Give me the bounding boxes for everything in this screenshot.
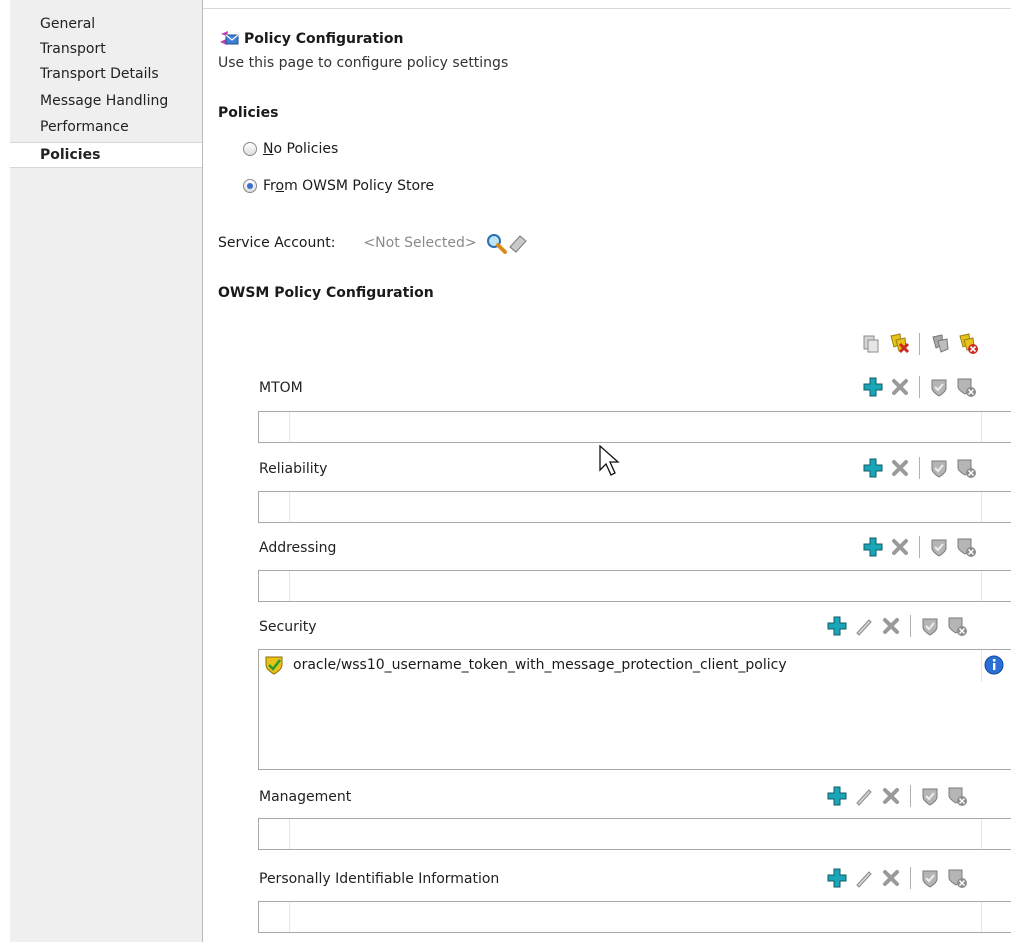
owsm-heading: OWSM Policy Configuration (218, 285, 434, 301)
policies-heading: Policies (218, 105, 279, 121)
sidebar-item-transport[interactable]: Transport (10, 36, 202, 62)
sidebar: General Transport Transport Details Mess… (10, 0, 203, 942)
copy-policies-icon[interactable] (860, 333, 882, 355)
delete-icon[interactable] (880, 867, 902, 889)
policy-list-security[interactable]: oracle/wss10_username_token_with_message… (258, 649, 1011, 770)
shield-check-icon[interactable] (928, 536, 950, 558)
list-divider (981, 492, 982, 522)
edit-icon[interactable] (853, 785, 875, 807)
toolbar-separator (919, 536, 920, 558)
sidebar-item-policies[interactable]: Policies (10, 142, 202, 168)
delete-icon[interactable] (889, 376, 911, 398)
sidebar-item-performance[interactable]: Performance (10, 116, 202, 142)
edit-icon[interactable] (853, 615, 875, 637)
shield-check-icon (263, 654, 285, 676)
shield-disable-icon[interactable] (946, 867, 968, 889)
service-account-row: Service Account: <Not Selected> (218, 232, 529, 254)
no-policies-radio[interactable] (243, 142, 257, 156)
section-label-reliability: Reliability (259, 461, 328, 477)
add-icon[interactable] (826, 867, 848, 889)
toolbar-separator (910, 615, 911, 637)
add-icon[interactable] (862, 376, 884, 398)
delete-icon[interactable] (889, 457, 911, 479)
add-icon[interactable] (862, 536, 884, 558)
remove-all-policies-icon[interactable] (888, 333, 910, 355)
shield-disable-icon[interactable] (946, 785, 968, 807)
search-icon[interactable] (485, 232, 507, 254)
delete-icon[interactable] (880, 615, 902, 637)
list-divider (981, 819, 982, 849)
shield-check-icon[interactable] (928, 457, 950, 479)
owsm-policy-store-radio[interactable] (243, 179, 257, 193)
page-title: Policy Configuration (218, 29, 403, 49)
shield-check-icon[interactable] (919, 615, 941, 637)
shield-disable-icon[interactable] (955, 457, 977, 479)
global-toolbar (860, 333, 979, 355)
enable-all-policies-icon[interactable] (929, 333, 951, 355)
list-divider (289, 571, 290, 601)
section-label-personally-identifiable-information: Personally Identifiable Information (259, 871, 500, 887)
page-title-text: Policy Configuration (244, 31, 404, 47)
owsm-policy-store-label[interactable]: From OWSM Policy Store (263, 178, 434, 194)
content-top-border (203, 8, 1011, 9)
no-policies-label[interactable]: No Policies (263, 141, 338, 157)
section-label-addressing: Addressing (259, 540, 337, 556)
policy-list-mtom[interactable] (258, 411, 1011, 443)
add-icon[interactable] (862, 457, 884, 479)
list-divider (981, 650, 982, 682)
shield-disable-icon[interactable] (955, 376, 977, 398)
list-divider (289, 902, 290, 932)
section-toolbar-personally-identifiable-information (826, 867, 968, 889)
policy-config-icon (218, 28, 240, 50)
toolbar-separator (919, 376, 920, 398)
toolbar-separator (910, 867, 911, 889)
policy-list-personally-identifiable-information[interactable] (258, 901, 1011, 933)
disable-all-policies-icon[interactable] (957, 333, 979, 355)
service-account-value: <Not Selected> (363, 235, 477, 251)
list-divider (981, 412, 982, 442)
sidebar-item-transport-details[interactable]: Transport Details (10, 62, 202, 86)
list-divider (289, 492, 290, 522)
policy-list-management[interactable] (258, 818, 1011, 850)
shield-disable-icon[interactable] (955, 536, 977, 558)
service-account-label: Service Account: (218, 235, 336, 251)
section-label-mtom: MTOM (259, 380, 303, 396)
edit-icon[interactable] (853, 867, 875, 889)
add-icon[interactable] (826, 785, 848, 807)
shield-check-icon[interactable] (919, 785, 941, 807)
list-divider (981, 902, 982, 932)
section-toolbar-mtom (862, 376, 977, 398)
policy-list-reliability[interactable] (258, 491, 1011, 523)
policy-list-addressing[interactable] (258, 570, 1011, 602)
no-policies-option[interactable]: No Policies (243, 141, 338, 157)
section-toolbar-addressing (862, 536, 977, 558)
shield-check-icon[interactable] (928, 376, 950, 398)
owsm-policy-store-option[interactable]: From OWSM Policy Store (243, 178, 434, 194)
section-toolbar-security (826, 615, 968, 637)
section-toolbar-management (826, 785, 968, 807)
add-icon[interactable] (826, 615, 848, 637)
list-divider (289, 819, 290, 849)
policy-name: oracle/wss10_username_token_with_message… (293, 657, 787, 673)
info-icon[interactable] (983, 654, 1005, 676)
eraser-icon[interactable] (507, 232, 529, 254)
sidebar-item-message-handling[interactable]: Message Handling (10, 86, 202, 116)
section-label-security: Security (259, 619, 317, 635)
delete-icon[interactable] (889, 536, 911, 558)
shield-check-icon[interactable] (919, 867, 941, 889)
list-divider (981, 571, 982, 601)
section-toolbar-reliability (862, 457, 977, 479)
section-label-management: Management (259, 789, 352, 805)
mouse-cursor-icon (598, 444, 620, 483)
toolbar-separator (910, 785, 911, 807)
page-subtitle: Use this page to configure policy settin… (218, 55, 509, 71)
list-item[interactable]: oracle/wss10_username_token_with_message… (263, 654, 787, 676)
list-divider (289, 412, 290, 442)
delete-icon[interactable] (880, 785, 902, 807)
shield-disable-icon[interactable] (946, 615, 968, 637)
toolbar-separator (919, 333, 920, 355)
toolbar-separator (919, 457, 920, 479)
sidebar-item-general[interactable]: General (10, 12, 202, 36)
